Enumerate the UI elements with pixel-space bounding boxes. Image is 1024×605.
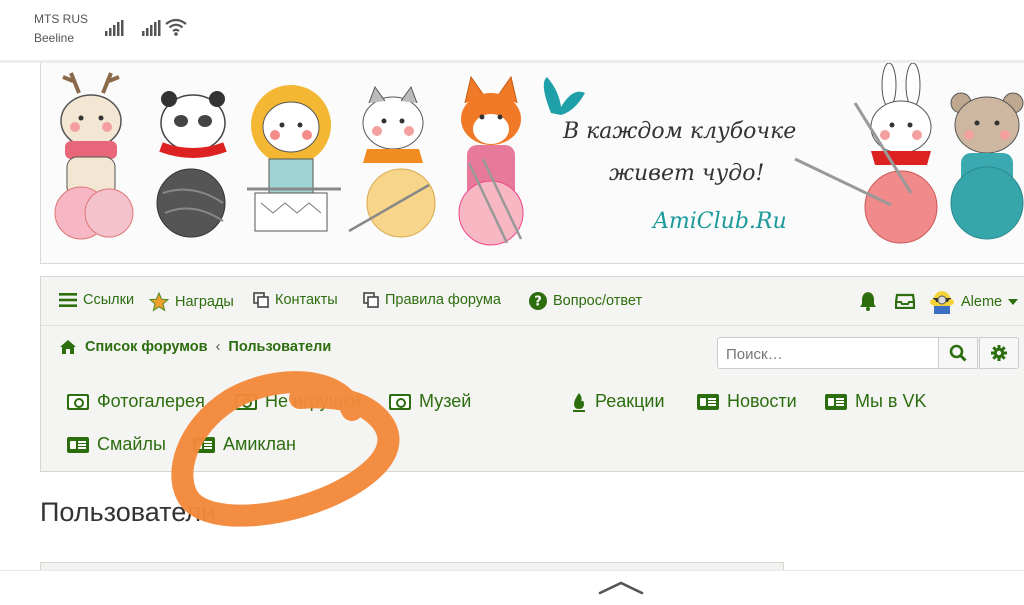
advanced-search-button[interactable] [979,337,1019,369]
nav-item-contacts[interactable]: Контакты [253,292,338,308]
quick-link-label: Мы в VK [855,391,927,411]
flame-icon [573,392,585,412]
status-bar: MTS RUS Beeline [0,0,1024,60]
bell-icon[interactable] [859,291,877,311]
breadcrumb-separator: ‹ [215,339,221,355]
banner-site-name: AmiClub.Ru [653,209,787,234]
quick-link-label: Смайлы [97,434,166,454]
wifi-icon [165,18,187,36]
question-circle-icon: ? [529,292,547,310]
nav-item-faq[interactable]: ? Вопрос/ответ [529,292,642,310]
signal-icon [105,20,124,36]
quick-link-label: Музей [419,391,472,411]
search-button[interactable] [938,337,978,369]
caret-down-icon [1008,299,1019,305]
quick-link-label: Фотогалерея [97,391,205,411]
nav-item-label: Контакты [275,292,338,308]
breadcrumb-current-link[interactable]: Пользователи [228,339,331,355]
copy-icon [363,292,379,308]
copy-icon [253,292,269,308]
avatar [930,291,954,314]
banner-illustration [54,63,1024,246]
home-icon [60,340,76,354]
nav-item-label: Ссылки [83,292,135,308]
forum-header: Ссылки Награды Контакты Правила форума ?… [40,276,1024,472]
banner-slogan-line-1: В каждом клубочке [563,119,797,144]
id-card-icon [697,393,719,410]
quick-link-news[interactable]: Новости [697,391,797,412]
quick-link-photo[interactable]: Фотогалерея [67,391,205,412]
id-card-icon [67,436,89,453]
nav-item-rules[interactable]: Правила форума [363,292,501,308]
search-box [717,337,939,369]
quick-link-label: Новости [727,391,797,411]
breadcrumb-home-link[interactable]: Список форумов [85,339,208,355]
quick-link-smiles[interactable]: Смайлы [67,434,166,455]
site-banner[interactable]: В каждом клубочке живет чудо! AmiClub.Ru [40,63,1024,264]
svg-text:?: ? [534,295,542,310]
search-input[interactable] [724,339,928,369]
nav-bar: Ссылки Награды Контакты Правила форума ?… [41,277,1024,326]
chevron-up-icon[interactable] [598,580,644,596]
banner-slogan-line-2: живет чудо! [609,161,765,186]
carrier-name-1: MTS RUS [34,12,88,26]
nav-item-awards[interactable]: Награды [149,292,234,312]
quick-link-museum[interactable]: Музей [389,391,471,412]
camera-icon [235,393,257,410]
user-menu[interactable]: Aleme [929,290,1019,314]
quick-link-vk[interactable]: Мы в VK [825,391,927,412]
browser-bottom-bar [0,570,1024,605]
quick-link-reactions[interactable]: Реакции [571,391,665,412]
camera-icon [389,393,411,410]
nav-item-label: Вопрос/ответ [553,293,643,309]
nav-item-label: Награды [175,294,234,310]
breadcrumb: Список форумов ‹ Пользователи [59,339,331,355]
id-card-icon [825,393,847,410]
quick-link-label: Реакции [595,391,665,411]
carrier-name-2: Beeline [34,31,75,45]
nav-item-links[interactable]: Ссылки [59,292,134,308]
quick-link-label: Амиклан [223,434,296,454]
camera-icon [67,393,89,410]
username: Aleme [961,294,1003,310]
search-icon [949,344,967,362]
id-card-icon [193,436,215,453]
quick-link-amiclan[interactable]: Амиклан [193,434,296,455]
nav-item-label: Правила форума [385,292,501,308]
gear-icon [991,345,1007,361]
star-icon [149,292,169,312]
quick-link-toys[interactable]: Не игрушки [235,391,361,412]
quick-link-label: Не игрушки [265,391,361,411]
inbox-icon[interactable] [895,293,915,309]
menu-icon [59,293,77,307]
signal-icon [142,20,161,36]
page-title: Пользователи [40,497,217,527]
